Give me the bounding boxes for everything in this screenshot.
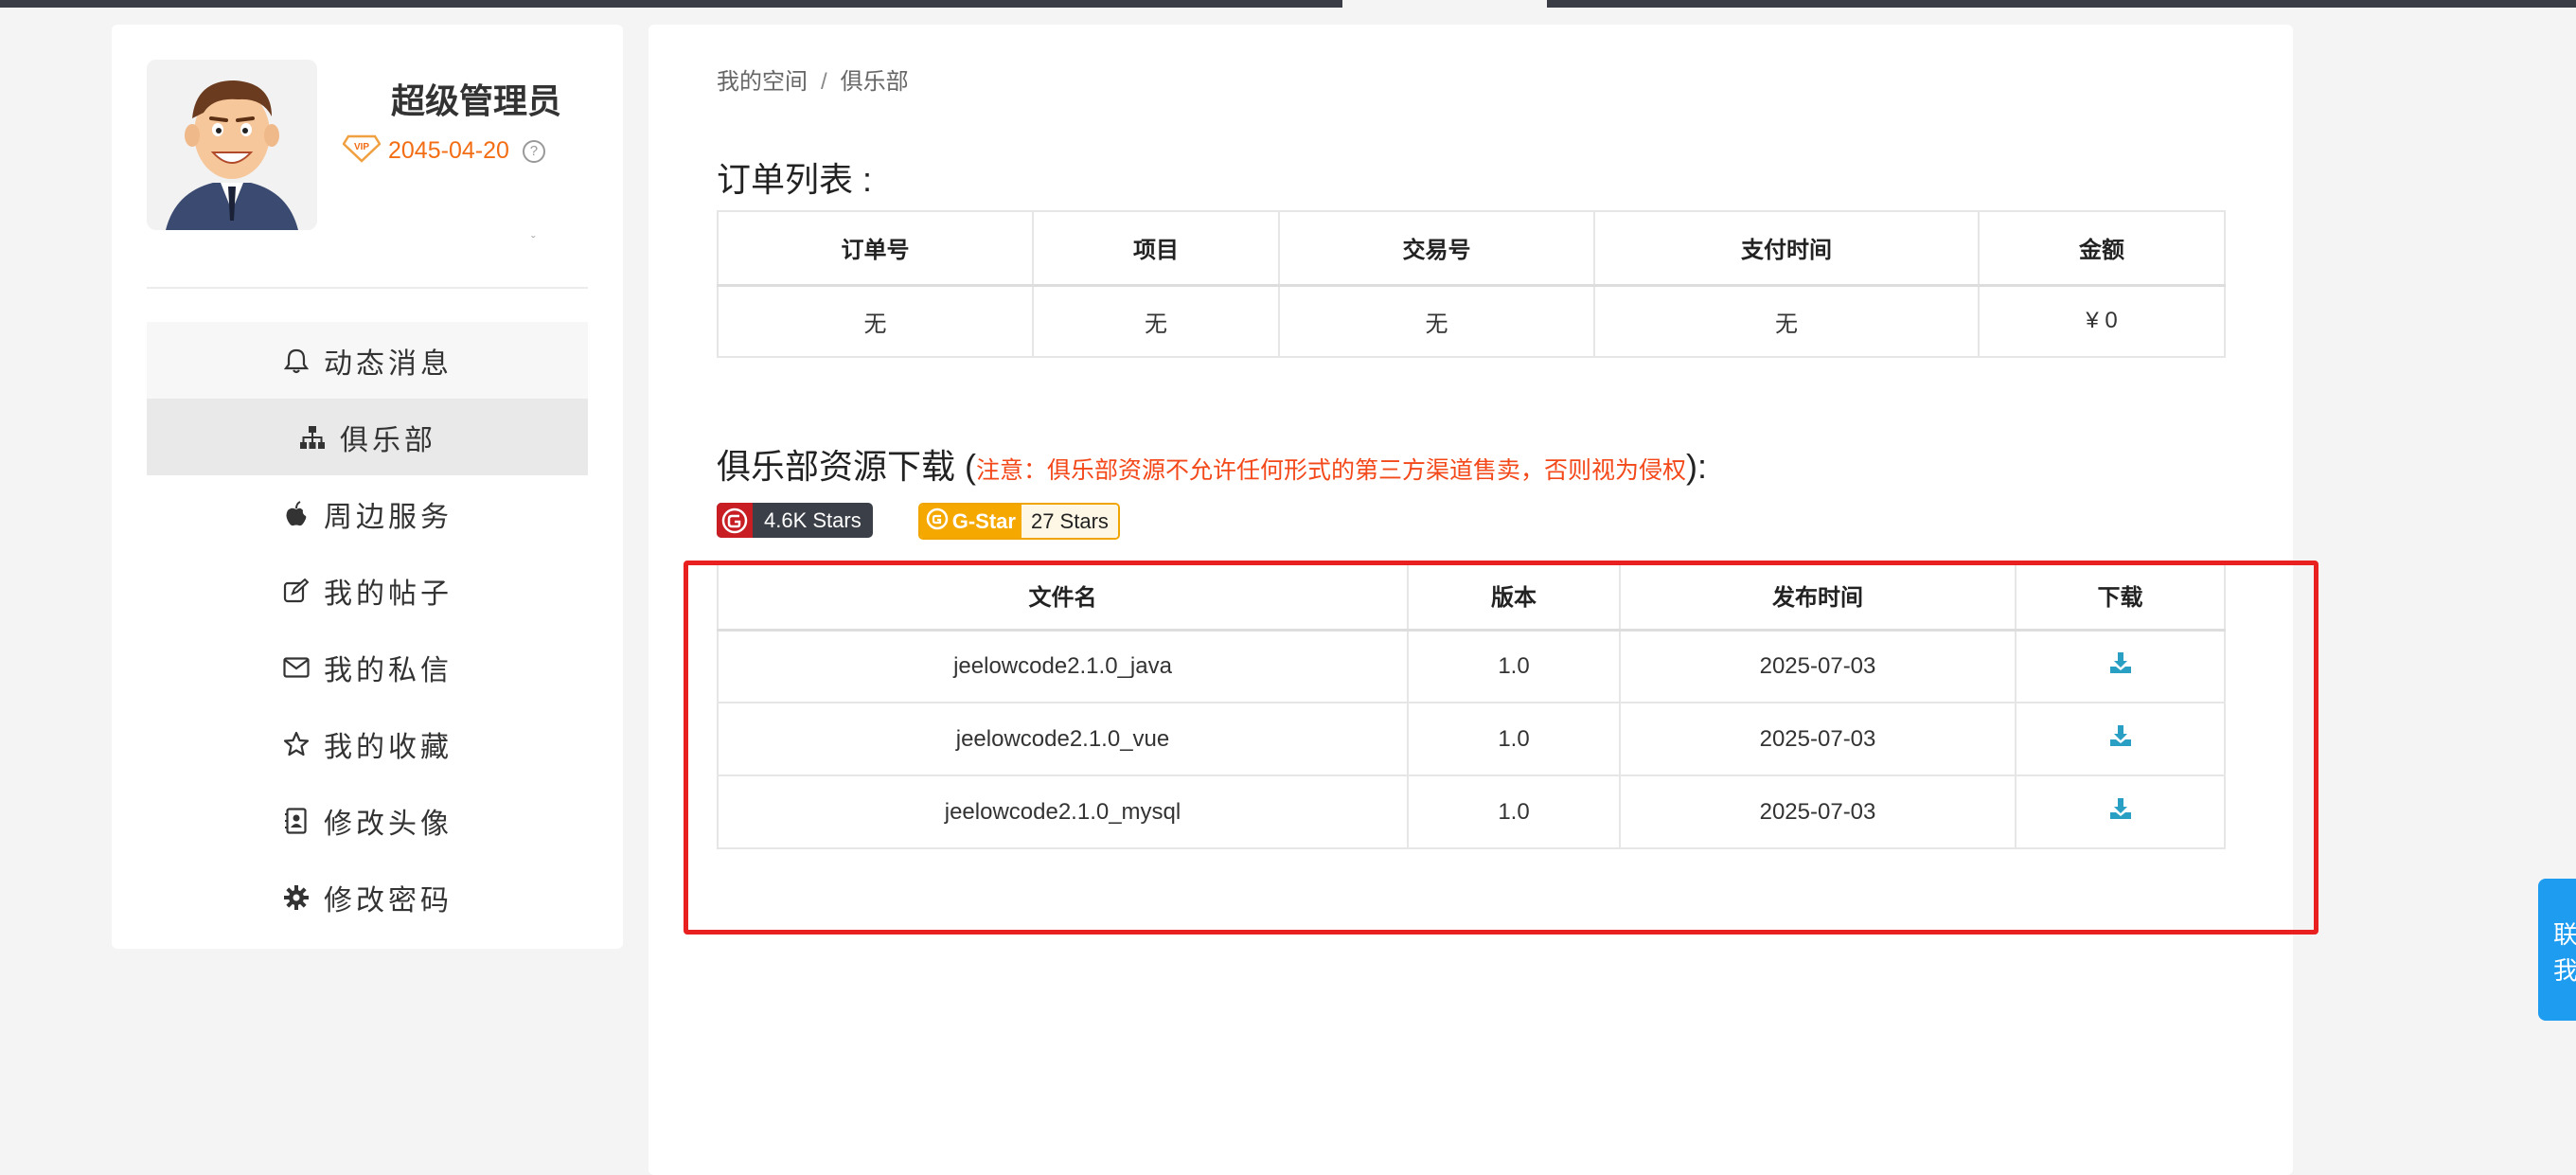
sidebar-item-label: 修改头像: [324, 808, 453, 840]
downloads-notice: 注意：俱乐部资源不允许任何形式的第三方渠道售卖，否则视为侵权: [976, 457, 1687, 484]
repo-badges: 4.6K Stars G-Star 27 Stars: [717, 503, 1120, 540]
column-header: 支付时间: [1593, 210, 1980, 287]
sidebar-item-private-messages[interactable]: 我的私信: [147, 629, 588, 705]
gstar-badge[interactable]: G-Star 27 Stars: [917, 503, 1120, 540]
gitee-stars-text: 4.6K Stars: [764, 507, 862, 532]
sidebar-item-change-avatar[interactable]: 修改头像: [147, 782, 588, 859]
order-number-cell: 无: [717, 284, 1034, 358]
vip-info: VIP 2045-04-20 ?: [342, 134, 545, 168]
table-row: 无 无 无 无 ¥ 0: [717, 284, 2226, 358]
orders-title: 订单列表 :: [717, 160, 873, 199]
breadcrumb-separator: /: [821, 69, 827, 95]
decorative-tick: ˇ: [531, 233, 536, 248]
sidebar-item-label: 我的私信: [324, 654, 453, 686]
profile-divider: [147, 287, 588, 289]
sidebar-item-posts[interactable]: 我的帖子: [147, 552, 588, 629]
gstar-label: G-Star: [919, 505, 1022, 538]
gstar-stars-text: 27 Stars: [1021, 505, 1118, 538]
order-transaction-cell: 无: [1278, 284, 1595, 358]
order-paytime-cell: 无: [1593, 284, 1980, 358]
help-icon[interactable]: ?: [522, 139, 545, 163]
downloads-close-paren: ):: [1686, 447, 1708, 486]
gstar-logo-icon: [926, 507, 949, 536]
downloads-open-paren: (: [965, 447, 977, 486]
edit-icon: [282, 577, 311, 605]
sidebar-item-label: 修改密码: [324, 884, 453, 917]
contact-card-icon: [282, 807, 311, 835]
sidebar-item-change-password[interactable]: 修改密码: [147, 859, 588, 935]
sidebar-item-messages[interactable]: 动态消息: [147, 322, 588, 399]
avatar-illustration: [147, 60, 317, 230]
bell-icon: [282, 347, 311, 375]
breadcrumb-current: 俱乐部: [840, 69, 909, 95]
column-header: 交易号: [1278, 210, 1595, 287]
table-header-row: 订单号 项目 交易号 支付时间 金额: [717, 210, 2226, 287]
sidebar-item-label: 周边服务: [324, 501, 453, 533]
star-icon: [282, 730, 311, 758]
contact-us-button[interactable]: 联 我: [2538, 879, 2576, 1021]
order-item-cell: 无: [1032, 284, 1280, 358]
sidebar-menu: 动态消息 俱乐部 周边服务 我的帖子 我的私信 我的收藏 修改头像 修改密码: [147, 322, 588, 935]
column-header: 项目: [1032, 210, 1280, 287]
vip-diamond-icon: VIP: [342, 134, 382, 168]
username: 超级管理员: [391, 81, 562, 120]
sidebar-item-label: 动态消息: [324, 347, 453, 380]
top-nav-bar-right: [1547, 0, 2576, 8]
gitee-stars-badge[interactable]: 4.6K Stars: [717, 503, 873, 538]
profile-card: 超级管理员 VIP 2045-04-20 ? ˇ 动态消息 俱乐部 周边服务 我…: [112, 25, 623, 949]
sidebar-item-favorites[interactable]: 我的收藏: [147, 705, 588, 782]
column-header: 订单号: [717, 210, 1034, 287]
order-amount-cell: ¥ 0: [1978, 284, 2226, 358]
highlight-box: [684, 561, 2318, 935]
top-nav-bar: [0, 0, 2576, 8]
sitemap-icon: [298, 423, 327, 452]
column-header: 金额: [1978, 210, 2226, 287]
apple-icon: [282, 500, 311, 528]
sidebar-item-club[interactable]: 俱乐部: [147, 399, 588, 475]
sidebar-item-label: 我的收藏: [324, 731, 453, 763]
sidebar-item-services[interactable]: 周边服务: [147, 475, 588, 552]
vip-badge-text: VIP: [354, 142, 369, 152]
envelope-icon: [282, 653, 311, 682]
breadcrumb-home-link[interactable]: 我的空间: [717, 69, 808, 95]
sidebar-item-label: 俱乐部: [340, 424, 436, 456]
breadcrumb: 我的空间 / 俱乐部: [717, 62, 909, 96]
avatar[interactable]: [147, 60, 317, 230]
gstar-label-text: G-Star: [951, 508, 1016, 533]
orders-table: 订单号 项目 交易号 支付时间 金额 无 无 无 无 ¥ 0: [717, 210, 2226, 358]
vip-expiry-date: 2045-04-20: [388, 137, 509, 164]
gitee-logo-icon: [717, 503, 753, 538]
contact-us-label: 联 我: [2553, 920, 2576, 985]
sidebar-item-label: 我的帖子: [324, 578, 453, 610]
downloads-title-text: 俱乐部资源下载: [717, 447, 956, 486]
top-nav-bar-left: [0, 0, 1342, 8]
gear-icon: [282, 883, 311, 912]
downloads-title: 俱乐部资源下载 (注意：俱乐部资源不允许任何形式的第三方渠道售卖，否则视为侵权)…: [717, 439, 1707, 489]
